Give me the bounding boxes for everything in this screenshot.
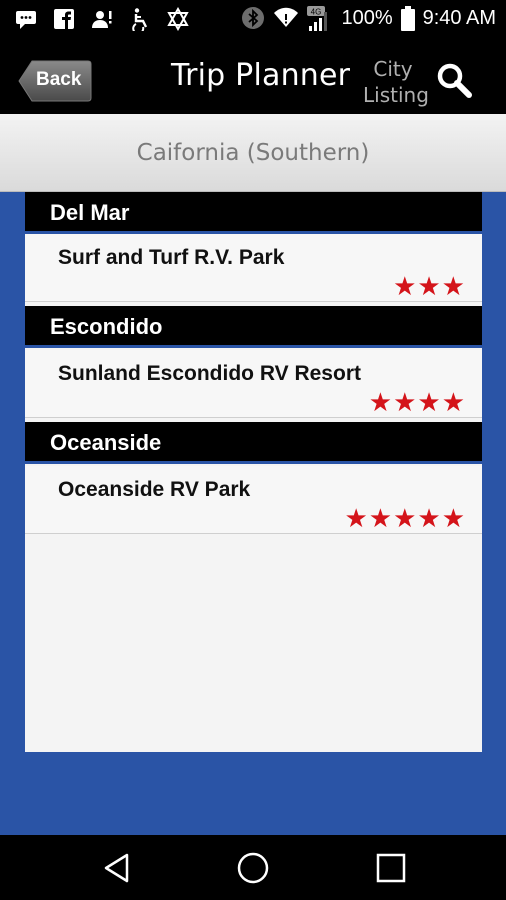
system-icons: 4G 100% 9:40 AM — [241, 6, 496, 31]
nav-recents-button[interactable] — [374, 851, 408, 885]
circle-home-icon — [237, 852, 269, 884]
city-name: Oceanside — [50, 430, 162, 455]
park-name: Sunland Escondido RV Resort — [58, 362, 361, 385]
city-header-del-mar: Del Mar — [25, 192, 482, 234]
city-listing-button[interactable]: City Listing — [363, 56, 429, 108]
app-header: Back Trip Planner City Listing — [0, 40, 506, 114]
region-label: Caifornia (Southern) — [136, 140, 370, 166]
notification-icons — [14, 6, 190, 35]
search-button[interactable] — [436, 62, 472, 98]
clock: 9:40 AM — [422, 6, 496, 29]
city-listing-line2: Listing — [363, 83, 429, 107]
person-alert-icon — [90, 7, 114, 31]
park-row-oceanside-rv[interactable]: Oceanside RV Park ★★★★★ — [25, 466, 482, 534]
city-listing-line1: City — [373, 57, 413, 81]
park-row-sunland-escondido[interactable]: Sunland Escondido RV Resort ★★★★ — [25, 350, 482, 418]
bluetooth-icon — [241, 6, 265, 30]
city-header-escondido: Escondido — [25, 306, 482, 348]
park-row-surf-and-turf[interactable]: Surf and Turf R.V. Park ★★★ — [25, 234, 482, 302]
signal-icon: 4G — [305, 6, 333, 31]
accessibility-icon — [128, 7, 152, 35]
back-button-label: Back — [36, 69, 82, 90]
city-header-oceanside: Oceanside — [25, 422, 482, 464]
nav-back-button[interactable] — [100, 851, 134, 885]
square-recents-icon — [376, 853, 406, 883]
facebook-icon — [52, 7, 76, 31]
wifi-icon — [273, 6, 299, 30]
park-name: Surf and Turf R.V. Park — [58, 246, 285, 269]
star-rating: ★★★ — [393, 272, 466, 302]
system-nav-bar — [0, 835, 506, 900]
star-rating: ★★★★ — [368, 388, 466, 418]
star-of-david-icon — [166, 6, 190, 32]
status-bar: 4G 100% 9:40 AM — [0, 0, 506, 40]
battery-icon — [400, 6, 415, 31]
star-rating: ★★★★★ — [344, 504, 466, 534]
message-icon — [14, 7, 38, 31]
page-title: Trip Planner — [171, 58, 351, 93]
search-icon — [437, 63, 472, 98]
triangle-back-icon — [104, 853, 129, 883]
city-name: Escondido — [50, 314, 163, 339]
battery-percent: 100% — [341, 6, 393, 29]
network-badge: 4G — [311, 8, 322, 17]
city-name: Del Mar — [50, 200, 130, 225]
region-bar: Caifornia (Southern) — [0, 114, 506, 192]
nav-home-button[interactable] — [236, 851, 270, 885]
park-name: Oceanside RV Park — [58, 478, 251, 501]
back-button[interactable]: Back — [18, 59, 92, 103]
